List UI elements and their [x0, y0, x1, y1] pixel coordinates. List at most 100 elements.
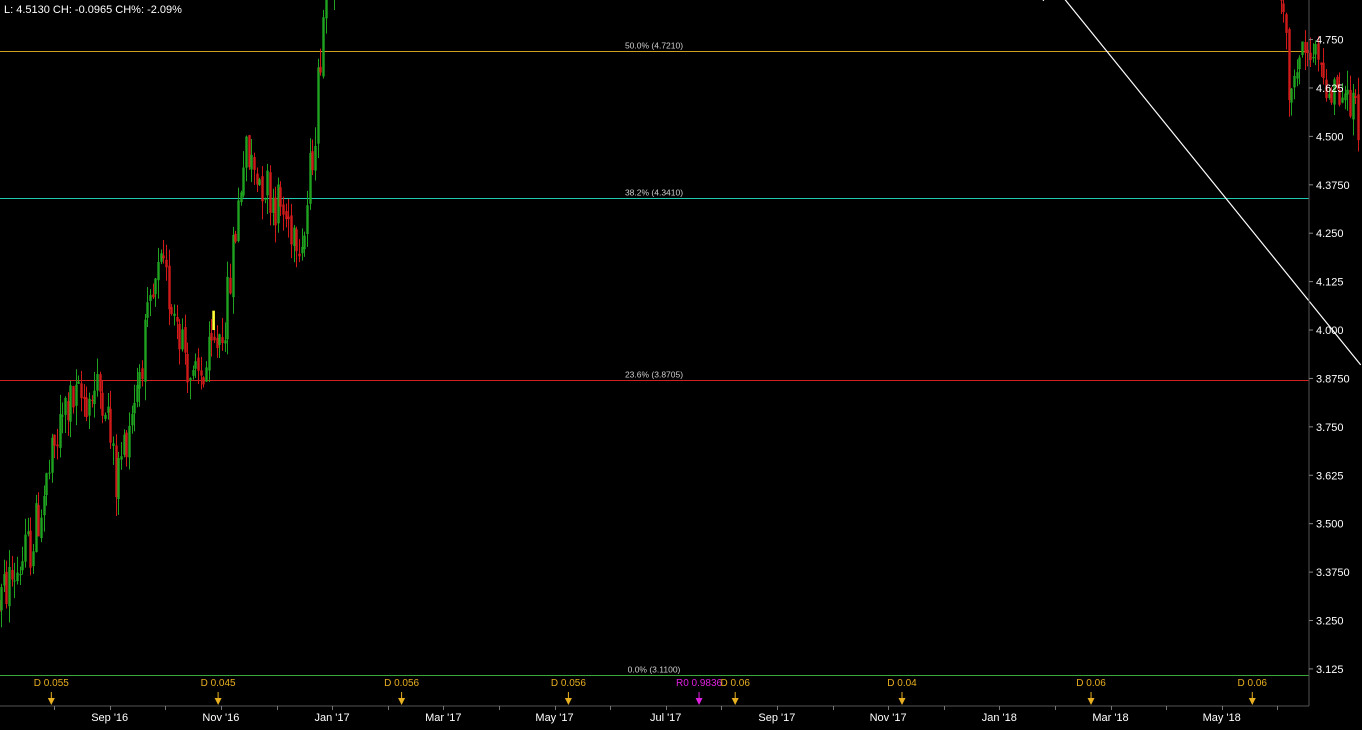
ohlc-bar-body — [1322, 62, 1325, 79]
ohlc-bar-body — [1285, 14, 1288, 33]
y-tick-label: 3.250 — [1316, 616, 1344, 628]
ohlc-bar-body — [186, 354, 189, 383]
ohlc-bar-body — [1312, 57, 1315, 59]
y-tick-label: 4.250 — [1316, 228, 1344, 240]
x-tick-label: Jan '18 — [982, 712, 1017, 724]
y-tick-label: 4.000 — [1316, 325, 1344, 337]
ohlc-bar-body — [1357, 94, 1360, 141]
ohlc-bar-body — [11, 570, 14, 580]
ohlc-bar-body — [200, 370, 203, 376]
ohlc-bar-body — [21, 561, 24, 571]
ohlc-bar-body — [221, 337, 224, 344]
ohlc-bar-body — [192, 370, 195, 376]
ohlc-bar-body — [48, 472, 51, 474]
ohlc-bar-body — [311, 151, 314, 171]
ohlc-bar-body — [298, 253, 301, 257]
ohlc-bar-body — [1341, 97, 1344, 103]
event-label-split: R0 0.9836 — [676, 678, 723, 689]
ohlc-bar-body — [173, 313, 176, 316]
ohlc-bar-body — [154, 278, 157, 295]
ohlc-bar-body — [317, 67, 320, 144]
y-tick-label: 3.750 — [1316, 422, 1344, 434]
ohlc-bar-body — [242, 167, 245, 196]
ohlc-bar-body — [40, 517, 43, 539]
event-label-dividend: D 0.056 — [551, 678, 586, 689]
ohlc-bar-body — [8, 567, 11, 607]
ohlc-bar-body — [19, 573, 22, 576]
ohlc-bar-body — [146, 302, 149, 318]
fib-level-label: 50.0% (4.7210) — [625, 41, 683, 51]
ohlc-bar-body — [162, 255, 165, 259]
ohlc-bar-body — [99, 374, 102, 392]
event-label-dividend: D 0.06 — [1238, 678, 1268, 689]
ohlc-bar-body — [120, 456, 123, 460]
ohlc-bar-body — [1296, 72, 1299, 79]
x-tick-label: Jul '17 — [650, 712, 681, 724]
ohlc-bar-body — [138, 372, 141, 389]
ohlc-bar-body — [1298, 57, 1301, 70]
x-tick-label: May '17 — [535, 712, 573, 724]
x-tick-label: Mar '17 — [425, 712, 461, 724]
ohlc-bar-body — [303, 235, 306, 250]
ohlc-bar-body — [208, 336, 211, 371]
fib-level-label: 0.0% (3.1100) — [628, 665, 681, 675]
ohlc-bar-body — [282, 204, 285, 215]
ohlc-bar-body — [24, 534, 27, 562]
ohlc-bar-body — [157, 261, 160, 281]
ohlc-bar-body — [1280, 0, 1283, 1]
ohlc-bar-body — [184, 327, 187, 353]
y-tick-label: 3.125 — [1316, 664, 1344, 676]
ohlc-bar-body — [269, 172, 272, 213]
ohlc-bar-body — [189, 378, 192, 381]
ohlc-bar-body — [258, 179, 261, 186]
event-label-dividend: D 0.06 — [1076, 678, 1106, 689]
ohlc-bar-body — [165, 259, 168, 268]
ohlc-bar-body — [232, 234, 235, 298]
ohlc-bar-body — [77, 381, 80, 384]
ohlc-bar-body — [101, 392, 104, 416]
ohlc-bar-body — [245, 136, 248, 168]
ohlc-bar-body — [226, 276, 229, 340]
event-label-dividend: D 0.04 — [887, 678, 917, 689]
ohlc-bar-body — [295, 229, 298, 252]
ohlc-bar-body — [1309, 52, 1312, 61]
ohlc-bar-body — [287, 216, 290, 220]
ohlc-bar-body — [93, 390, 96, 405]
event-label-dividend: D 0.06 — [720, 678, 750, 689]
ohlc-bar-body — [266, 170, 269, 196]
ohlc-bar-body — [1282, 3, 1285, 13]
ohlc-bar-body — [319, 66, 322, 73]
ohlc-bar-body — [152, 294, 155, 298]
ohlc-bar-body — [128, 425, 131, 458]
ohlc-bar-body — [88, 398, 91, 416]
ohlc-bar-body — [72, 386, 75, 408]
ohlc-bar-body — [1346, 89, 1349, 95]
x-tick-label: Jan '17 — [315, 712, 350, 724]
x-tick-label: Nov '16 — [202, 712, 239, 724]
ohlc-bar-body — [109, 408, 112, 443]
ohlc-bar-body — [1306, 49, 1309, 54]
ohlc-bar-body — [61, 415, 64, 417]
ohlc-bar-body — [181, 329, 184, 350]
price-chart[interactable]: 100.0% (6.332)76.4% (5.572)61.8% (5.101)… — [0, 0, 1362, 730]
ohlc-bar-body — [229, 277, 232, 294]
ohlc-bar-body — [80, 383, 83, 399]
y-tick-label: 3.625 — [1316, 470, 1344, 482]
ohlc-bar-body — [59, 414, 62, 448]
ohlc-bar-body — [237, 200, 240, 242]
ohlc-bar-body — [53, 434, 56, 446]
highlight-bar — [212, 310, 215, 331]
ohlc-bar-body — [1301, 41, 1304, 55]
ohlc-bar-body — [32, 551, 35, 567]
ohlc-bar-body — [210, 333, 213, 341]
ohlc-bar-body — [45, 473, 48, 496]
ohlc-bar-body — [224, 340, 227, 344]
ohlc-bar-body — [141, 368, 144, 380]
ohlc-bar-body — [125, 432, 128, 458]
ohlc-bar-body — [69, 385, 72, 422]
fib-level-label: 38.2% (4.3410) — [625, 188, 683, 198]
ohlc-bar-body — [213, 336, 216, 341]
ohlc-bar-body — [13, 580, 16, 582]
ohlc-bar-body — [250, 154, 253, 170]
y-tick-label: 4.625 — [1316, 83, 1344, 95]
